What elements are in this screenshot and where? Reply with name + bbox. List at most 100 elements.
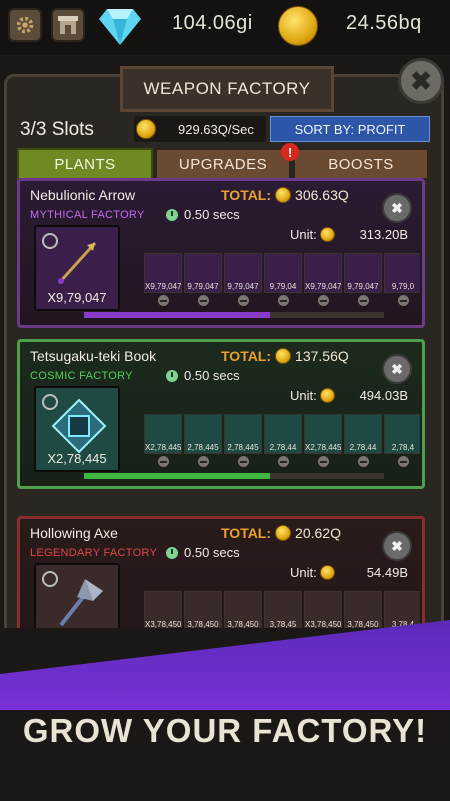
- remove-slot-button[interactable]: [264, 456, 302, 470]
- promo-text: GROW YOUR FACTORY!: [22, 712, 428, 749]
- tab-upgrades[interactable]: UPGRADES: [155, 148, 291, 180]
- minus-icon: [237, 295, 249, 306]
- remove-slot-button[interactable]: [224, 295, 262, 309]
- remove-factory-button[interactable]: ✖: [382, 193, 412, 223]
- remove-factory-button[interactable]: ✖: [382, 531, 412, 561]
- production-slot[interactable]: 2,78,445: [184, 414, 222, 454]
- minus-icon: [397, 295, 409, 306]
- coin-icon: [319, 227, 335, 242]
- factory-item-name: Hollowing Axe: [30, 525, 118, 541]
- minus-icon: [317, 295, 329, 306]
- production-slot[interactable]: X3,78,450: [304, 591, 342, 631]
- gear-icon: [16, 16, 34, 34]
- production-slot[interactable]: 9,79,0: [384, 253, 420, 293]
- production-slot[interactable]: 3,78,45: [264, 591, 302, 631]
- production-slot[interactable]: 9,79,047: [344, 253, 382, 293]
- total-amount: 137.56Q: [295, 348, 349, 364]
- slot-count: 2,78,4: [391, 443, 415, 452]
- shop-button[interactable]: [51, 8, 85, 42]
- sort-button[interactable]: SORT BY: PROFIT: [270, 116, 430, 142]
- slots-count: 3/3 Slots: [20, 119, 94, 140]
- clock-icon: [166, 369, 178, 382]
- production-slot[interactable]: 9,79,047: [224, 253, 262, 293]
- unit-label: Unit:: [290, 565, 317, 580]
- tab-plants[interactable]: PLANTS: [17, 148, 153, 180]
- gem-count: 104.06gi: [172, 12, 253, 34]
- coin-icon: [278, 6, 318, 46]
- remove-slot-button[interactable]: [224, 456, 262, 470]
- production-time-value: 0.50 secs: [184, 545, 240, 560]
- factory-item-name: Tetsugaku-teki Book: [30, 348, 157, 364]
- shop-icon: [58, 16, 78, 34]
- production-slot[interactable]: X9,79,047: [304, 253, 342, 293]
- item-icon: [395, 258, 413, 276]
- item-icon: [155, 596, 173, 614]
- remove-slot-button[interactable]: [384, 295, 422, 309]
- remove-slot-button[interactable]: [304, 456, 342, 470]
- remove-slot-button[interactable]: [144, 456, 182, 470]
- clock-icon: [166, 208, 178, 221]
- production-time: 0.50 secs: [166, 368, 240, 383]
- income-rate-value: 929.63Q/Sec: [178, 121, 254, 137]
- slot-count: X9,79,047: [305, 282, 341, 291]
- slot-count: 9,79,04: [269, 282, 297, 291]
- item-icon: [315, 258, 333, 276]
- settings-button[interactable]: [8, 8, 42, 42]
- item-icon: [195, 258, 213, 276]
- factory-card: Nebulionic Arrow MYTHICAL FACTORY 0.50 sec…: [17, 178, 425, 328]
- production-time-value: 0.50 secs: [184, 368, 240, 383]
- item-preview[interactable]: X2,78,445: [34, 386, 120, 472]
- production-slot[interactable]: X3,78,450: [144, 591, 182, 631]
- remove-slot-button[interactable]: [344, 295, 382, 309]
- total-value: TOTAL: 20.62Q: [221, 525, 341, 541]
- slot-count: 2,78,44: [269, 443, 297, 452]
- production-slot[interactable]: 9,79,047: [184, 253, 222, 293]
- total-amount: 306.63Q: [295, 187, 349, 203]
- remove-slot-button[interactable]: [304, 295, 342, 309]
- item-icon: [355, 419, 373, 437]
- production-slot[interactable]: X2,78,445: [144, 414, 182, 454]
- total-amount: 20.62Q: [295, 525, 341, 541]
- production-slot[interactable]: X2,78,445: [304, 414, 342, 454]
- remove-slot-button[interactable]: [184, 456, 222, 470]
- close-icon: ✖: [391, 537, 403, 554]
- production-slot[interactable]: 2,78,4: [384, 414, 420, 454]
- item-preview[interactable]: X9,79,047: [34, 225, 120, 311]
- production-slot[interactable]: 2,78,445: [224, 414, 262, 454]
- production-time: 0.50 secs: [166, 207, 240, 222]
- production-slot[interactable]: 3,78,450: [184, 591, 222, 631]
- coin-icon: [275, 187, 292, 203]
- remove-slot-button[interactable]: [144, 295, 182, 309]
- slot-count: 9,79,0: [391, 282, 415, 291]
- close-icon: ✖: [391, 199, 403, 216]
- production-slots: X3,78,450 3,78,450 3,78,450 3,78,45 X3,78,45…: [144, 591, 420, 631]
- production-slot[interactable]: 9,79,04: [264, 253, 302, 293]
- unit-label: Unit:: [290, 227, 317, 242]
- item-icon: [235, 596, 253, 614]
- production-slot[interactable]: 3,78,450: [224, 591, 262, 631]
- remove-slot-button[interactable]: [184, 295, 222, 309]
- minus-icon: [317, 456, 329, 467]
- production-slot[interactable]: X9,79,047: [144, 253, 182, 293]
- remove-slot-button[interactable]: [344, 456, 382, 470]
- book-icon: [51, 398, 107, 454]
- item-icon: [315, 419, 333, 437]
- item-icon: [275, 596, 293, 614]
- remove-slot-button[interactable]: [264, 295, 302, 309]
- factory-card: Tetsugaku-teki Book COSMIC FACTORY 0.50 se…: [17, 339, 425, 489]
- minus-icon: [357, 295, 369, 306]
- slot-count: 2,78,44: [349, 443, 377, 452]
- production-slot[interactable]: 2,78,44: [344, 414, 382, 454]
- minus-icon: [157, 456, 169, 467]
- unit-price: Unit:: [290, 227, 335, 242]
- production-slot[interactable]: 2,78,44: [264, 414, 302, 454]
- tab-boosts[interactable]: BOOSTS: [293, 148, 429, 180]
- coin-icon: [319, 565, 335, 580]
- item-icon: [155, 419, 173, 437]
- minus-icon: [277, 295, 289, 306]
- close-panel-button[interactable]: ✖: [398, 58, 444, 104]
- production-slot[interactable]: 3,78,450: [344, 591, 382, 631]
- remove-factory-button[interactable]: ✖: [382, 354, 412, 384]
- minus-icon: [197, 456, 209, 467]
- remove-slot-button[interactable]: [384, 456, 422, 470]
